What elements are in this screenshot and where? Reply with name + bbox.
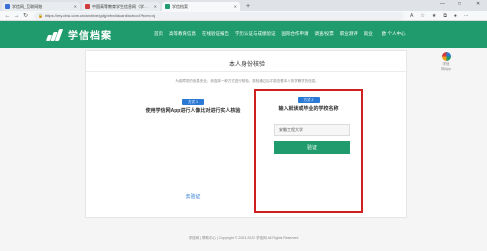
close-window-icon[interactable]: ✕	[476, 1, 480, 7]
option-badge: 方式 2	[297, 97, 320, 103]
go-verify-link[interactable]: 去验证	[141, 193, 245, 200]
verify-button[interactable]: 验证	[274, 141, 350, 154]
new-tab-button[interactable]: +	[242, 2, 254, 11]
option-heading: 输入就读或毕业的学校名称	[278, 106, 339, 112]
site-logo[interactable]: 学信档案	[45, 27, 112, 42]
instruction-text: 为保障您的信息安全，请选择一种方式进行核验，核验通过后才能查看本人的学籍学历信息…	[175, 79, 319, 83]
minimize-icon[interactable]: —	[440, 1, 445, 7]
site-header: 学信档案 首页 高等教育信息 在线验证报告 学历认证与成绩验证 国际合作申请 调…	[0, 21, 487, 48]
url-text: https://my.chsi.com.cn/archive/gdjy/xfxx…	[44, 13, 156, 18]
forward-icon[interactable]: →	[12, 13, 21, 19]
close-tab-icon[interactable]: ✕	[154, 4, 157, 9]
close-tab-icon[interactable]: ✕	[234, 4, 237, 9]
app-label: 学信 网App	[441, 62, 451, 71]
main-nav: 首页 高等教育信息 在线验证报告 学历认证与成绩验证 国际合作申请 调查/投票 …	[154, 31, 406, 37]
nav-item-home[interactable]: 首页	[154, 31, 163, 37]
profile-icon[interactable]: ●	[454, 13, 457, 19]
nav-item-survey[interactable]: 调查/投票	[315, 31, 334, 37]
option-heading: 使用学信网App进行人像比对进行实人核验	[145, 108, 241, 114]
option-badge: 方式 1	[182, 99, 204, 105]
address-bar[interactable]: 🔒 https://my.chsi.com.cn/archive/gdjy/xf…	[34, 11, 404, 20]
nav-item-higher-education[interactable]: 高等教育信息	[169, 31, 196, 37]
nav-item-user-center[interactable]: 欧 个人中心	[382, 31, 406, 37]
footer: 学信网 | 帮助中心 | Copyright © 2003-2022 学信网 A…	[188, 236, 299, 240]
app-logo-icon	[441, 52, 451, 61]
favorite-star-icon[interactable]: ☆	[420, 13, 424, 19]
browser-tab[interactable]: 学信网_互联网账 ✕	[2, 2, 80, 11]
browser-tab-bar: 学信网_互联网账 ✕ 中国高等教育学生信息网（学信） ✕ 学信档案 ✕ + — …	[0, 0, 487, 11]
tab-title: 学信档案	[172, 3, 188, 9]
lock-icon: 🔒	[38, 13, 43, 18]
collections-icon[interactable]: ⧉	[443, 13, 447, 19]
nav-item-certification[interactable]: 学历认证与成绩验证	[235, 31, 276, 37]
logo-mark-icon	[45, 28, 64, 41]
tab-title: 学信网_互联网账	[12, 3, 43, 9]
tab-favicon-icon	[85, 4, 90, 9]
back-icon[interactable]: ←	[3, 13, 12, 19]
toolbar-icons: A ☆ ★ ⧉ ● ⋯	[410, 13, 469, 19]
browser-tab-active[interactable]: 学信档案 ✕	[162, 2, 240, 11]
nav-item-career-test[interactable]: 职业测评	[340, 31, 358, 37]
app-download-float[interactable]: 学信 网App	[438, 52, 454, 71]
browser-toolbar: ← → ↻ 🔒 https://my.chsi.com.cn/archive/g…	[0, 11, 487, 21]
tab-title: 中国高等教育学生信息网（学信）	[92, 3, 152, 9]
identity-verification-card: 本人身份核验 为保障您的信息安全，请选择一种方式进行核验，核验通过后才能查看本人…	[85, 50, 408, 218]
favorites-icon[interactable]: ★	[432, 13, 436, 19]
school-name-input[interactable]	[274, 124, 350, 136]
divider	[86, 71, 408, 72]
browser-tab[interactable]: 中国高等教育学生信息网（学信） ✕	[82, 2, 160, 11]
nav-item-employment[interactable]: 就业	[364, 31, 373, 37]
more-icon[interactable]: ⋯	[464, 13, 469, 19]
nav-item-online-report[interactable]: 在线验证报告	[202, 31, 229, 37]
restore-icon[interactable]: □	[458, 1, 461, 7]
close-tab-icon[interactable]: ✕	[74, 4, 77, 9]
page-title: 本人身份核验	[228, 62, 265, 68]
logo-text: 学信档案	[68, 31, 112, 42]
reload-icon[interactable]: ↻	[21, 12, 30, 19]
tab-favicon-icon	[5, 4, 10, 9]
read-aloud-icon[interactable]: A	[410, 13, 413, 19]
option-school-name-verification: 方式 2 输入就读或毕业的学校名称 验证	[254, 89, 363, 213]
tab-favicon-icon	[165, 4, 170, 9]
nav-item-international[interactable]: 国际合作申请	[282, 31, 309, 37]
option-app-verification: 方式 1 使用学信网App进行人像比对进行实人核验 去验证	[141, 93, 245, 210]
